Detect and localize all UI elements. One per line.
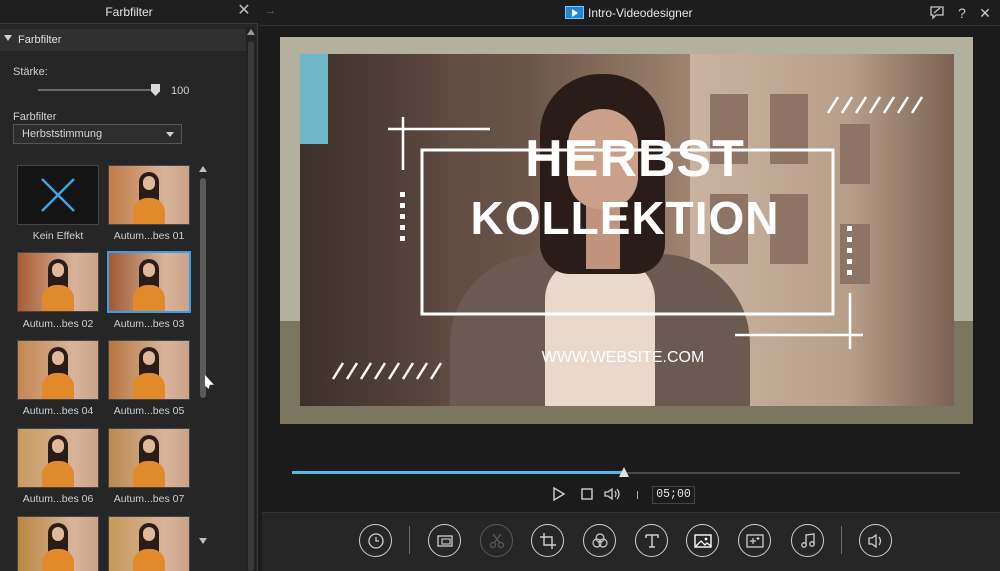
filter-caption: Autum...bes 02 xyxy=(22,318,94,330)
filter-thumbnail[interactable] xyxy=(107,251,191,313)
thumb-face xyxy=(52,439,64,453)
thumb-face xyxy=(52,527,64,541)
time-display[interactable]: 05;00 xyxy=(652,486,695,504)
divider xyxy=(841,526,842,554)
strength-slider-handle[interactable] xyxy=(151,84,160,96)
filter-thumbnail[interactable] xyxy=(17,428,99,488)
thumb-face xyxy=(52,351,64,365)
filter-thumbnail[interactable] xyxy=(17,252,99,312)
clock-icon[interactable] xyxy=(359,524,392,557)
sparkle-icon[interactable] xyxy=(738,524,771,557)
grid-scroll-up-icon[interactable] xyxy=(199,166,207,172)
filter-dropdown-value: Herbststimmung xyxy=(22,128,103,140)
panel-header: Farbfilter ✕ xyxy=(0,0,258,24)
headline-2[interactable]: KOLLEKTION xyxy=(440,191,810,245)
filter-caption: Autum...bes 06 xyxy=(22,493,94,505)
filter-caption: Autum...bes 07 xyxy=(113,493,185,505)
close-icon[interactable]: ✕ xyxy=(236,2,252,20)
title-bar: → Intro-Videodesigner ? ✕ xyxy=(259,0,1000,26)
grid-scrollbar-thumb[interactable] xyxy=(200,178,206,398)
thumb-face xyxy=(52,263,64,277)
panel-title: Farbfilter xyxy=(105,5,153,19)
filter-caption: Autum...bes 05 xyxy=(113,405,185,417)
panel-scrollbar[interactable] xyxy=(246,27,256,571)
text-icon[interactable] xyxy=(635,524,668,557)
timeline-progress xyxy=(292,471,624,474)
scroll-up-icon[interactable] xyxy=(247,29,255,35)
strength-label: Stärke: xyxy=(13,66,48,78)
filter-thumbnail[interactable] xyxy=(108,340,190,400)
filter-label: Farbfilter xyxy=(13,111,57,123)
thumb-leaves xyxy=(133,373,165,399)
filter-none[interactable] xyxy=(17,165,99,225)
thumb-leaves xyxy=(133,285,165,311)
filter-caption: Kein Effekt xyxy=(32,230,84,242)
back-arrow-icon[interactable]: → xyxy=(265,5,276,17)
thumb-leaves xyxy=(42,285,74,311)
filter-caption: Autum...bes 01 xyxy=(113,230,185,242)
mouse-cursor-icon xyxy=(205,375,214,389)
app-logo-icon xyxy=(565,6,584,19)
website-text[interactable]: WWW.WEBSITE.COM xyxy=(510,349,736,367)
section-header[interactable]: Farbfilter xyxy=(0,29,246,51)
thumb-leaves xyxy=(133,198,165,224)
image-icon[interactable] xyxy=(686,524,719,557)
divider xyxy=(637,491,638,499)
stop-button[interactable] xyxy=(580,486,594,504)
filter-thumbnail[interactable] xyxy=(108,165,190,225)
headline-1[interactable]: HERBST xyxy=(510,129,760,189)
app-title: Intro-Videodesigner xyxy=(588,6,693,20)
section-label: Farbfilter xyxy=(18,34,62,46)
color-icon[interactable] xyxy=(583,524,616,557)
thumb-face xyxy=(143,263,155,277)
scrollbar-thumb[interactable] xyxy=(248,41,254,571)
filter-dropdown[interactable]: Herbststimmung xyxy=(13,124,182,144)
feedback-icon[interactable] xyxy=(928,4,946,22)
crop-icon[interactable] xyxy=(531,524,564,557)
volume-button[interactable] xyxy=(603,486,623,504)
play-button[interactable] xyxy=(552,486,566,504)
music-icon[interactable] xyxy=(791,524,824,557)
grid-scroll-down-icon[interactable] xyxy=(199,538,207,544)
filter-caption: Autum...bes 04 xyxy=(22,405,94,417)
filter-thumbnail[interactable] xyxy=(108,516,190,571)
filter-caption: Autum...bes 03 xyxy=(113,318,185,330)
volume-icon[interactable] xyxy=(859,524,892,557)
thumb-face xyxy=(143,527,155,541)
chevron-down-icon[interactable] xyxy=(4,35,12,41)
thumb-face xyxy=(143,176,155,190)
thumb-leaves xyxy=(42,373,74,399)
help-icon[interactable]: ? xyxy=(953,4,971,22)
strength-slider[interactable] xyxy=(38,89,156,91)
thumb-leaves xyxy=(133,549,165,571)
thumb-leaves xyxy=(42,461,74,487)
divider xyxy=(409,526,410,554)
filter-panel: Farbfilter ✕ Farbfilter Stärke: 100 Farb… xyxy=(0,0,258,571)
chevron-down-icon[interactable] xyxy=(166,132,174,137)
no-effect-icon xyxy=(41,178,75,212)
filter-thumbnail[interactable] xyxy=(17,340,99,400)
slides-icon[interactable] xyxy=(428,524,461,557)
filter-thumbnail[interactable] xyxy=(108,428,190,488)
thumb-leaves xyxy=(133,461,165,487)
cut-icon[interactable] xyxy=(480,524,513,557)
preview-canvas[interactable]: HERBST KOLLEKTION WWW.WEBSITE.COM xyxy=(280,37,973,424)
filter-thumbnail[interactable] xyxy=(17,516,99,571)
strength-value: 100 xyxy=(171,85,190,97)
thumb-leaves xyxy=(42,549,74,571)
thumb-face xyxy=(143,439,155,453)
thumb-face xyxy=(143,351,155,365)
close-window-icon[interactable]: ✕ xyxy=(976,4,994,22)
